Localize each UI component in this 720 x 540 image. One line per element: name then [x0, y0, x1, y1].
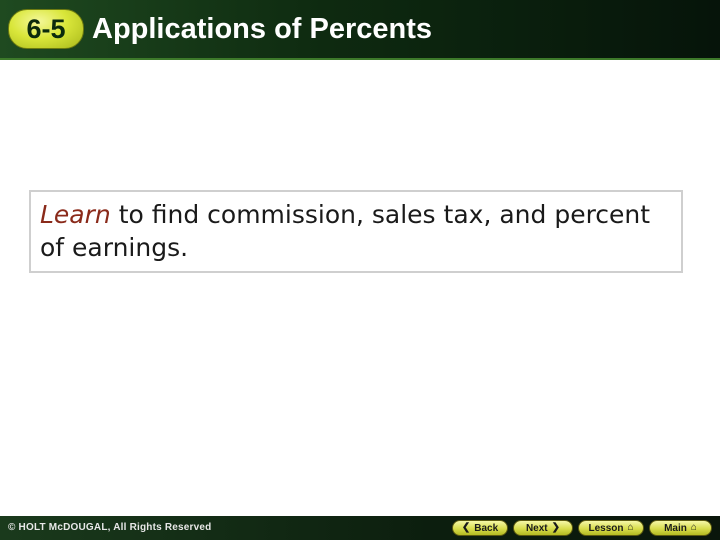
next-button[interactable]: Next ❯	[513, 520, 573, 536]
chevron-right-icon: ❯	[551, 522, 561, 533]
objective-lead-word: Learn	[40, 200, 111, 229]
main-button[interactable]: Main ⌂	[649, 520, 712, 536]
chevron-left-icon: ❮	[461, 522, 471, 533]
slide-header: 6-5 Applications of Percents	[0, 0, 720, 60]
copyright-text: © HOLT McDOUGAL, All Rights Reserved	[8, 522, 212, 533]
objective-text: Learn to find commission, sales tax, and…	[40, 198, 670, 264]
lesson-button[interactable]: Lesson ⌂	[578, 520, 644, 536]
objective-body: to find commission, sales tax, and perce…	[40, 200, 651, 262]
back-button[interactable]: ❮ Back	[452, 520, 508, 536]
home-icon: ⌂	[627, 522, 634, 533]
lesson-title: Applications of Percents	[92, 13, 433, 45]
lesson-number-badge: 6-5	[8, 9, 84, 49]
lesson-label: Lesson	[588, 522, 624, 534]
back-label: Back	[474, 522, 499, 534]
slide-footer: © HOLT McDOUGAL, All Rights Reserved ❮ B…	[0, 516, 720, 540]
main-label: Main	[664, 522, 687, 534]
home-icon: ⌂	[690, 522, 697, 533]
objective-box: Learn to find commission, sales tax, and…	[29, 190, 683, 273]
next-label: Next	[525, 522, 548, 534]
